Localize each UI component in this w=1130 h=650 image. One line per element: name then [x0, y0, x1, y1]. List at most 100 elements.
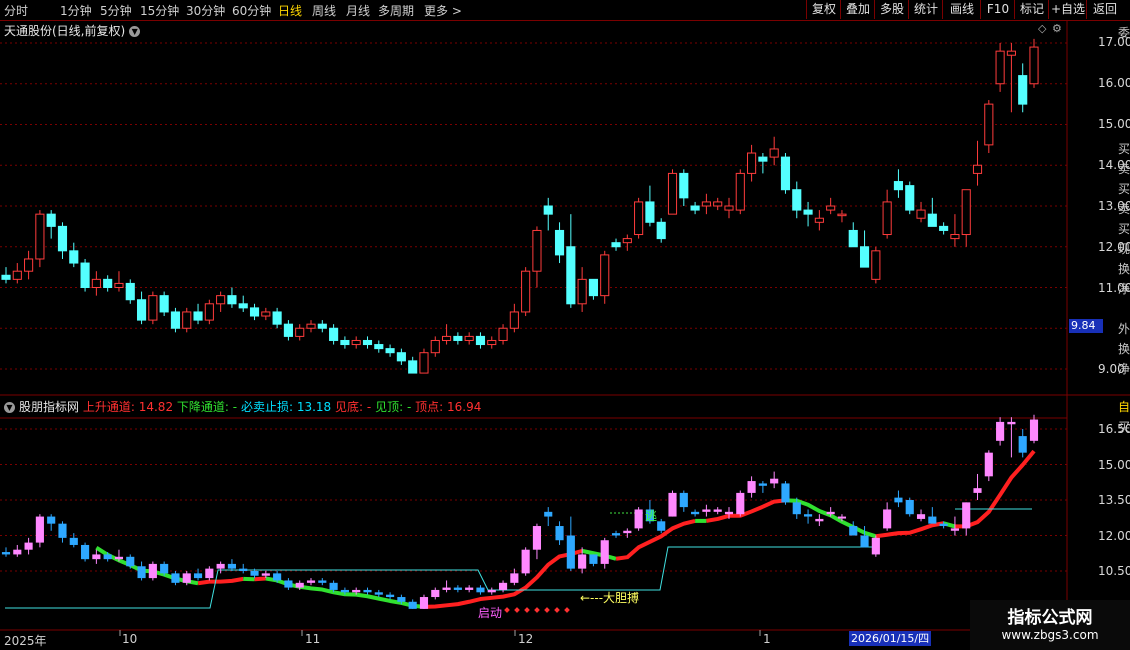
indicator-candle-body: [544, 511, 553, 517]
indicator-candle-body: [803, 514, 813, 517]
chart-canvas[interactable]: [0, 0, 1130, 650]
x-axis-ticks: [119, 630, 761, 636]
candle-body: [871, 250, 881, 280]
indicator-candle-body: [329, 582, 338, 590]
candle-body: [498, 327, 508, 341]
indicator-candle-body: [521, 549, 530, 574]
candle-body: [216, 295, 226, 305]
candle-body: [792, 189, 802, 211]
candle-body: [780, 156, 791, 191]
main-panel-header: 天通股份(日线,前复权) ▼: [4, 22, 144, 39]
candle-body: [442, 335, 452, 341]
candle-body: [261, 311, 271, 317]
indicator-candle-body: [295, 582, 304, 588]
channel-line: [197, 576, 244, 586]
candle-body: [566, 246, 576, 305]
indicator-candle-body: [103, 554, 112, 560]
settings-icon[interactable]: ⚙: [1052, 22, 1062, 35]
indicator-candle-body: [883, 509, 892, 529]
candle-body: [91, 278, 101, 289]
indicator-candle-body: [352, 589, 361, 593]
indicator-candle-body: [826, 511, 835, 515]
candle-body: [848, 229, 858, 248]
candle-body: [837, 213, 847, 217]
candle-body: [701, 201, 711, 207]
diamond-icon[interactable]: ◇: [1038, 22, 1046, 35]
candle-body: [882, 201, 892, 236]
candle-body: [136, 299, 147, 321]
channel-line: [581, 548, 617, 561]
legend-label: 必卖止损:: [240, 400, 293, 414]
candle-body: [656, 221, 666, 240]
legend-value: -: [406, 400, 412, 414]
indicator-candle-body: [928, 516, 937, 524]
start-dot: [504, 607, 510, 613]
candle-body: [340, 339, 350, 346]
channel-line: [254, 576, 266, 582]
indicator-candle-body: [250, 571, 259, 576]
start-annotation: 启动: [478, 606, 503, 620]
indicator-candle-body: [92, 554, 101, 560]
indicator-candle-body: [47, 516, 56, 524]
legend-stop-loss: 必卖止损: 13.18: [241, 400, 331, 414]
candle-body: [35, 213, 45, 260]
candle-body: [622, 238, 632, 244]
indicator-candle-body: [510, 573, 519, 583]
start-dot: [544, 607, 550, 613]
candle-body: [329, 327, 339, 341]
legend-peak: 顶点: 16.94: [415, 400, 481, 414]
candle-body: [295, 327, 305, 337]
candle-body: [803, 209, 813, 215]
chevron-down-icon[interactable]: ▼: [4, 402, 15, 413]
watermark: 指标公式网 www.zbgs3.com: [970, 600, 1130, 650]
indicator-candle-body: [849, 526, 858, 536]
legend-bottom: 见底: -: [335, 400, 371, 414]
indicator-candle-body: [871, 537, 880, 555]
legend-label: 上升通道:: [82, 400, 135, 414]
indicator-candle-body: [35, 516, 44, 543]
candle-body: [272, 311, 282, 325]
stop-loss-line: [5, 546, 875, 609]
indicator-candle-body: [160, 563, 169, 574]
strip-char: 换: [1118, 262, 1130, 276]
x-label: 10: [122, 632, 138, 646]
strip-char: 自: [1118, 400, 1130, 414]
stock-title[interactable]: 天通股份(日线,前复权): [4, 24, 125, 38]
indicator-candle-body: [182, 573, 191, 583]
candle-body: [905, 185, 915, 211]
watermark-title: 指标公式网: [1007, 608, 1093, 628]
indicator-candle-body: [81, 544, 90, 560]
indicator-candle-body: [578, 554, 587, 569]
candle-body: [464, 335, 474, 341]
candle-body: [80, 262, 90, 288]
legend-value: 16.94: [446, 400, 482, 414]
indicator-candle-body: [408, 601, 417, 609]
candle-body: [667, 172, 678, 215]
chevron-down-icon[interactable]: ▼: [129, 26, 141, 37]
candle-body: [859, 246, 870, 268]
candle-body: [611, 242, 621, 248]
candle-body: [554, 229, 565, 256]
indicator-candle-body: [860, 535, 869, 548]
indicator-candle-body: [318, 580, 327, 583]
indicator-candle-body: [216, 563, 225, 569]
chart-frame: [0, 21, 1130, 631]
indicator-candle-body: [498, 582, 508, 590]
candle-body: [939, 225, 949, 231]
candle-body: [893, 181, 904, 191]
candle-body: [950, 234, 960, 240]
x-label: 1: [763, 632, 771, 646]
candle-body: [306, 323, 316, 329]
candle-body: [1029, 46, 1039, 85]
indicator-candle-body: [476, 587, 485, 593]
candle-body: [46, 213, 56, 227]
indicator-marks: [504, 607, 570, 613]
candle-body: [283, 323, 293, 337]
candle-body: [577, 278, 587, 305]
legend-value: 14.82: [138, 400, 174, 414]
indicator-candle-body: [555, 526, 564, 541]
indicator-name[interactable]: 股朋指标网: [19, 400, 79, 414]
indicator-candle-body: [465, 587, 474, 590]
channel-line: [615, 518, 696, 561]
candle-body: [351, 339, 361, 346]
